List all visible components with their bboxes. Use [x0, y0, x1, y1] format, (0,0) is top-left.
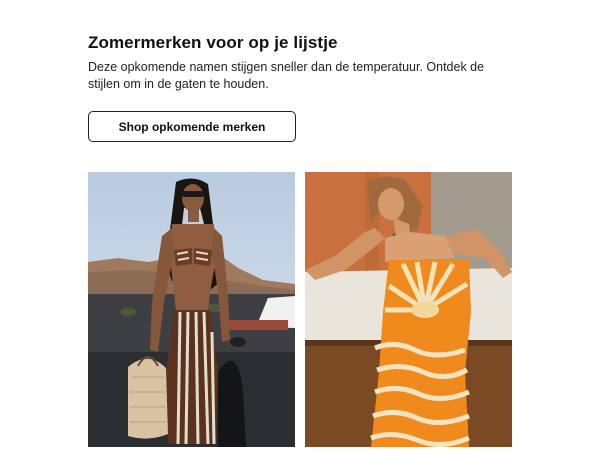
photo-beach-model [88, 172, 295, 447]
section-title: Zomermerken voor op je lijstje [88, 33, 338, 52]
shop-emerging-brands-button[interactable]: Shop opkomende merken [88, 111, 296, 142]
product-image-striped-skirt[interactable] [88, 172, 295, 447]
product-image-orange-dress[interactable] [305, 172, 512, 447]
section-description: Deze opkomende namen stijgen sneller dan… [88, 60, 485, 91]
photo-orange-dress-model [305, 172, 512, 447]
